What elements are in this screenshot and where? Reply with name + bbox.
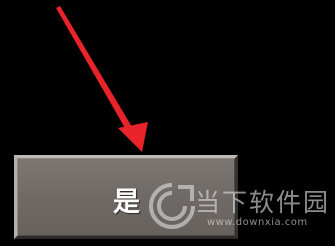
arrow-head: [118, 122, 148, 152]
yes-button[interactable]: 是: [14, 155, 238, 239]
screen: 是 当下软件园 www.downxia.com: [0, 0, 335, 246]
arrow-shaft: [56, 6, 135, 135]
yes-button-label: 是: [113, 186, 141, 218]
